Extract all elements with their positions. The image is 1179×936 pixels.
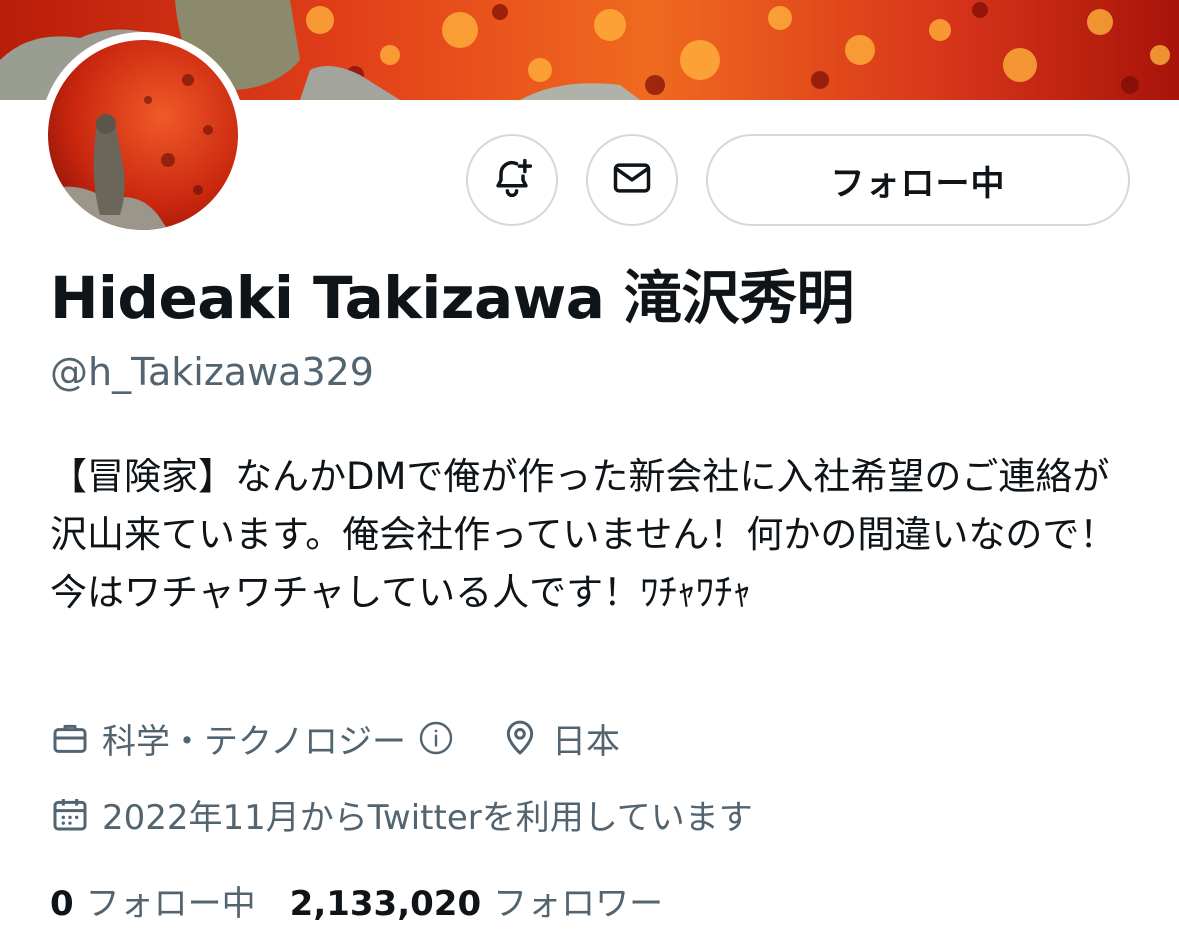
followers-stat[interactable]: 2,133,020 フォロワー <box>290 876 663 925</box>
following-stat[interactable]: 0 フォロー中 <box>50 876 256 925</box>
info-icon[interactable] <box>418 720 454 756</box>
briefcase-icon <box>50 718 90 758</box>
avatar-border <box>40 32 246 238</box>
calendar-icon <box>50 794 90 834</box>
message-button[interactable] <box>586 134 678 226</box>
envelope-icon <box>610 156 654 204</box>
profile-joined-date: 2022年11月からTwitterを利用しています <box>102 797 753 838</box>
profile-location: 日本 <box>551 721 620 762</box>
follow-stats: 0 フォロー中 2,133,020 フォロワー <box>50 876 663 925</box>
bell-plus-icon <box>490 156 534 204</box>
followers-label: フォロワー <box>493 884 664 924</box>
profile-joined-row: 2022年11月からTwitterを利用しています <box>50 790 753 838</box>
user-handle: @h_Takizawa329 <box>50 350 374 394</box>
notifications-button[interactable] <box>466 134 558 226</box>
followers-count: 2,133,020 <box>289 884 482 924</box>
profile-category: 科学・テクノロジー <box>102 721 406 762</box>
avatar[interactable] <box>48 40 238 230</box>
following-label: フォロー中 <box>85 884 256 924</box>
following-button[interactable]: フォロー中 <box>706 134 1130 226</box>
profile-bio: 【冒険家】なんかDMで俺が作った新会社に入社希望のご連絡が沢山来ています。俺会社… <box>50 455 1117 614</box>
display-name: Hideaki Takizawa 滝沢秀明 <box>50 264 855 332</box>
location-pin-icon <box>500 718 540 758</box>
following-count: 0 <box>50 884 74 924</box>
profile-meta-row: 科学・テクノロジー 日本 <box>50 714 620 762</box>
